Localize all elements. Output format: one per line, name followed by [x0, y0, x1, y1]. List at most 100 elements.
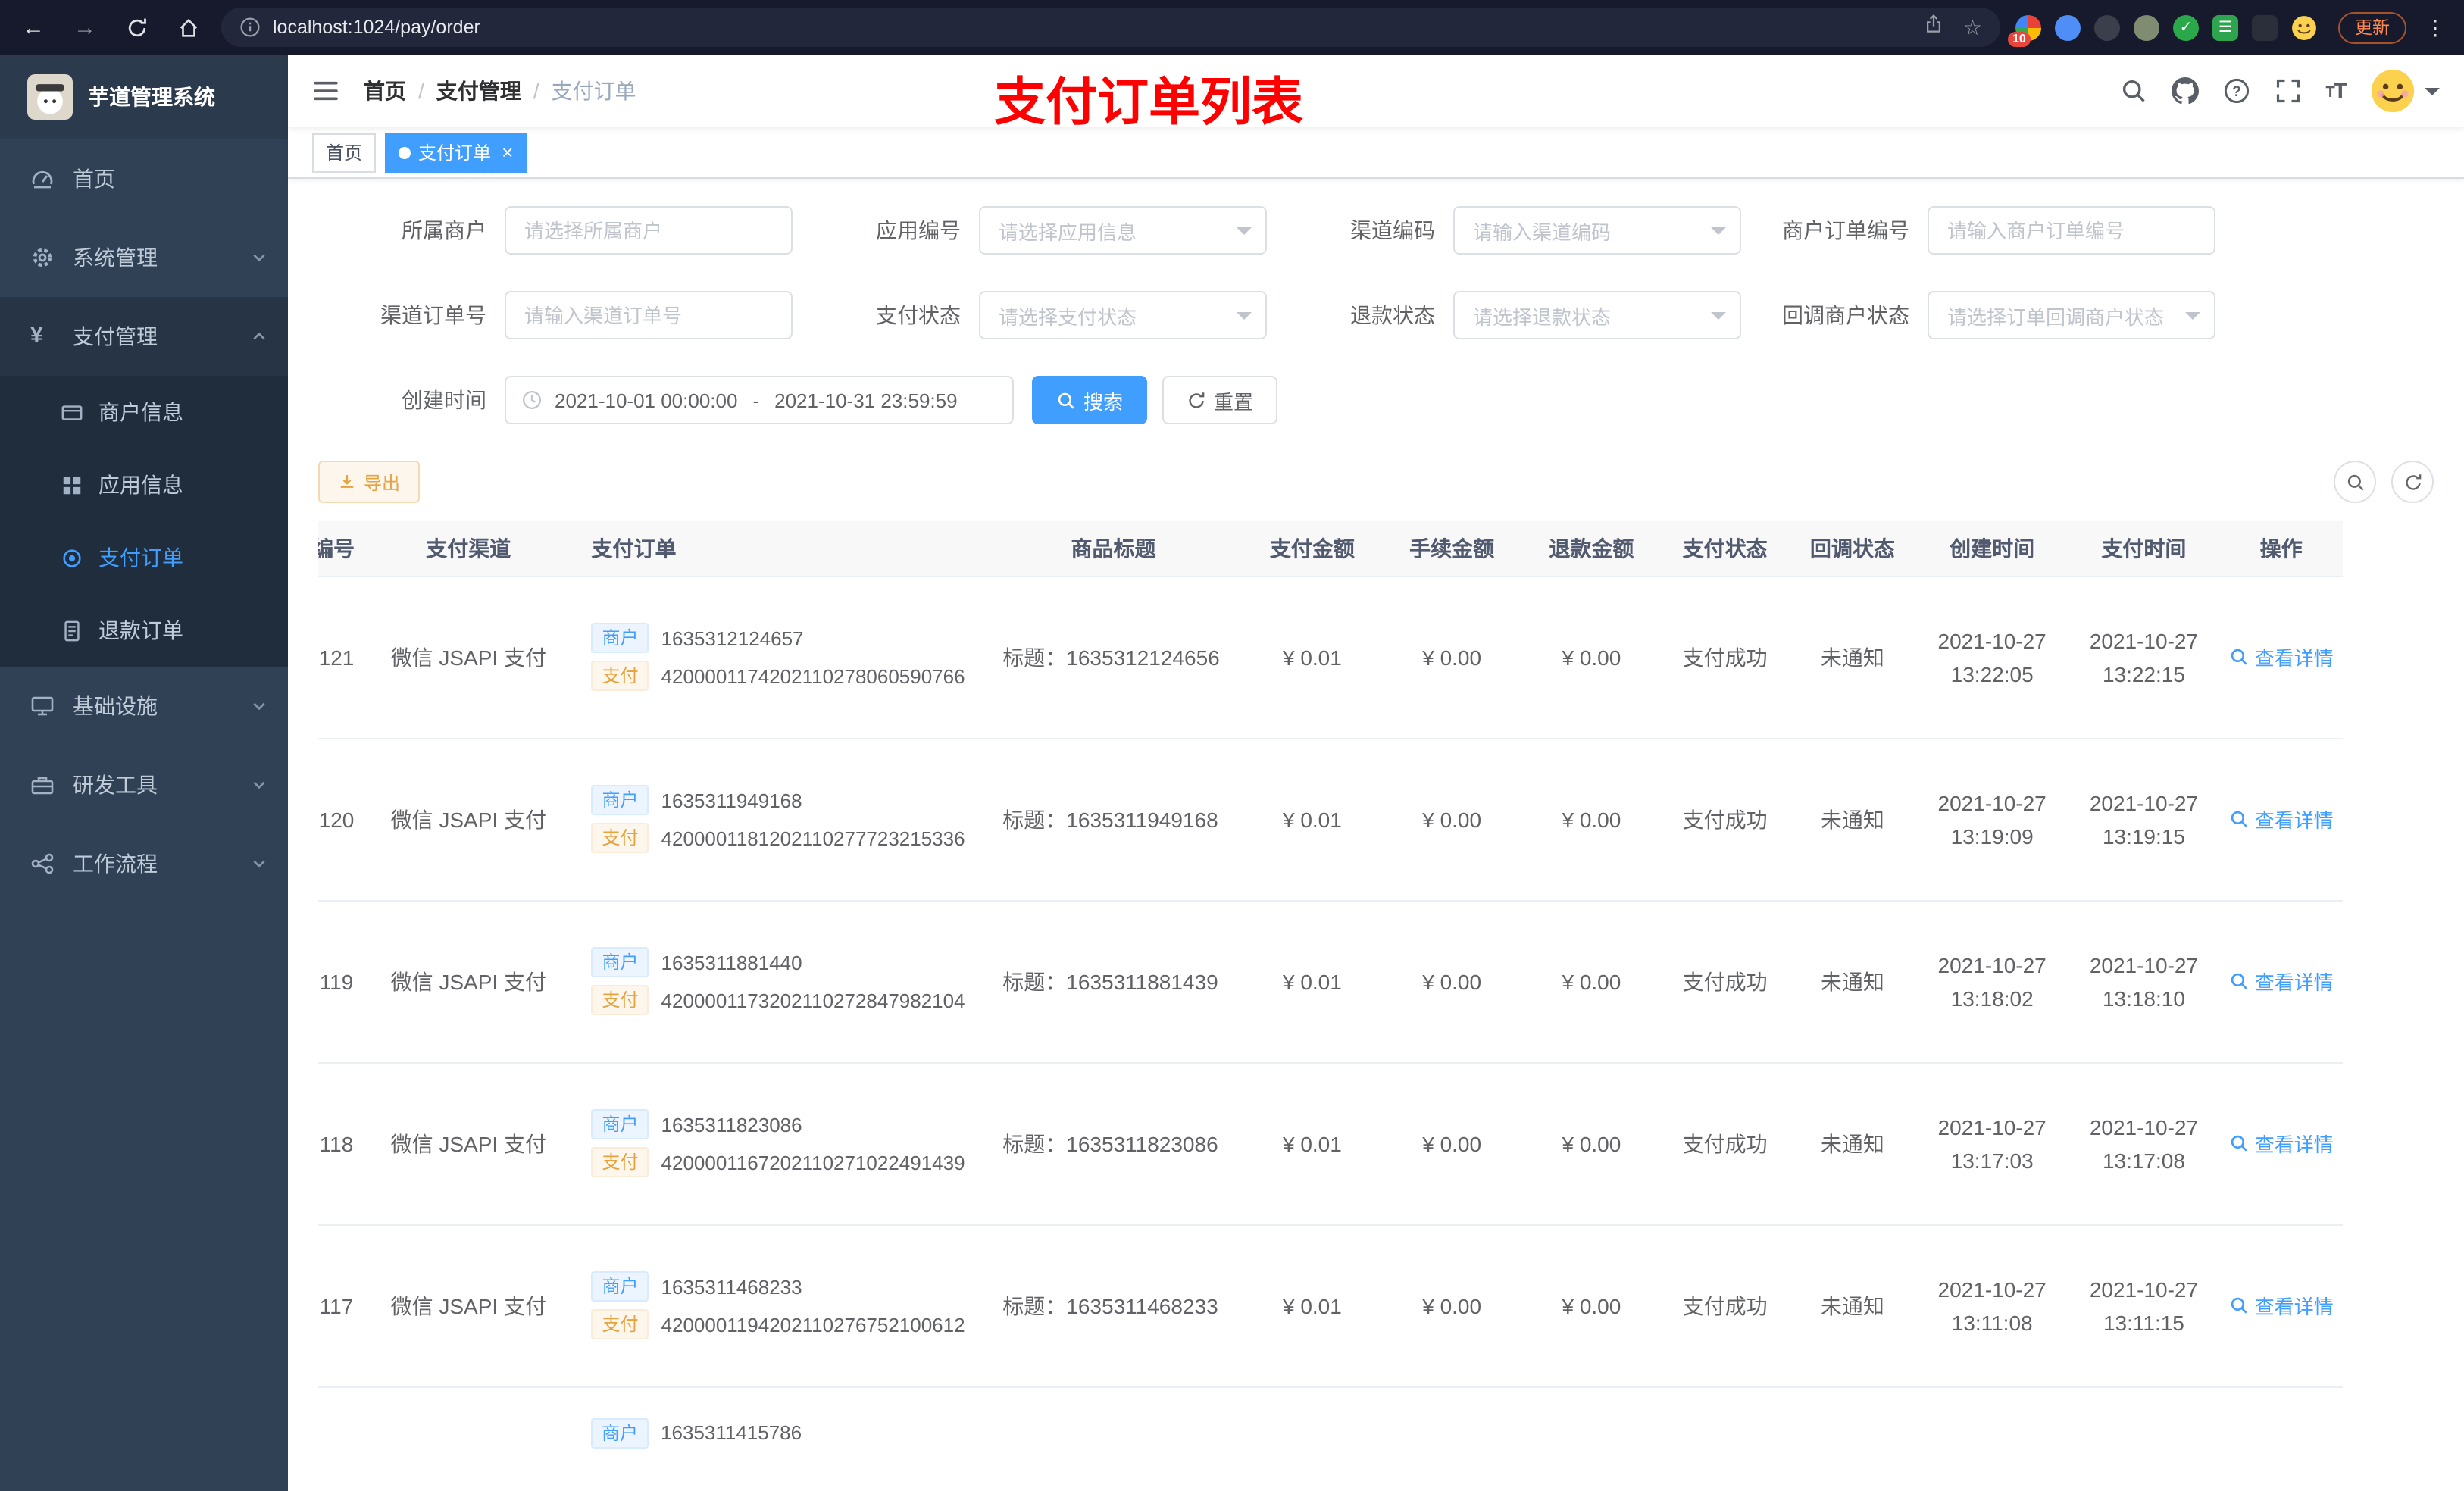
- label-refund-status: 退款状态: [1350, 303, 1435, 327]
- breadcrumb-home[interactable]: 首页: [364, 76, 406, 106]
- cell-pay-channel: 微信 JSAPI 支付: [355, 738, 583, 901]
- search-icon: [1058, 392, 1074, 408]
- circle-extension-icon[interactable]: [2134, 14, 2159, 40]
- view-detail-link[interactable]: 查看详情: [2229, 1291, 2334, 1320]
- view-detail-link[interactable]: 查看详情: [2229, 642, 2334, 671]
- user-avatar[interactable]: [2370, 68, 2440, 114]
- sidebar-item-devtools[interactable]: 研发工具: [0, 746, 288, 824]
- cell-create-time: 2021-10-27 13:19:09: [1916, 738, 2068, 901]
- label-channel-code: 渠道编码: [1350, 218, 1435, 242]
- check-extension-icon[interactable]: ✓: [2173, 14, 2199, 40]
- browser-reload-icon[interactable]: [118, 9, 155, 45]
- chat-extension-icon[interactable]: ☰: [2212, 14, 2238, 40]
- pin-extension-icon[interactable]: [2252, 14, 2278, 40]
- cell-pay-time: 2021-10-27 13:18:10: [2068, 900, 2220, 1063]
- cell-create-time: 2021-10-27 13:11:08: [1916, 1224, 2068, 1387]
- search-icon[interactable]: [2119, 77, 2147, 105]
- download-icon: [340, 475, 354, 488]
- column-header-notify-status: 回调状态: [1788, 521, 1917, 577]
- date-start-value: 2021-10-01 00:00:00: [555, 389, 738, 411]
- extensions-icon[interactable]: 10: [2008, 14, 2041, 46]
- fullscreen-icon[interactable]: [2274, 77, 2301, 105]
- url-text[interactable]: localhost:1024/pay/order: [273, 17, 1912, 38]
- bookmark-star-icon[interactable]: ☆: [1963, 17, 1982, 38]
- reset-button[interactable]: 重置: [1162, 376, 1278, 424]
- sidebar-fold-icon[interactable]: [312, 77, 339, 105]
- toggle-search-button[interactable]: [2334, 461, 2376, 503]
- table-header-row: 编号 支付渠道 支付订单 商品标题 支付金额 手续金额 退款金额 支付状态 回调…: [318, 521, 2343, 577]
- view-detail-icon: [2231, 649, 2247, 665]
- merchant-order-no-input[interactable]: [1928, 206, 2215, 255]
- avatar-caret-icon[interactable]: [2425, 87, 2440, 102]
- sidebar-item-pay-order[interactable]: 支付订单: [0, 521, 288, 594]
- browser-menu-icon[interactable]: ⋮: [2422, 14, 2449, 40]
- view-detail-link[interactable]: 查看详情: [2229, 805, 2334, 833]
- view-detail-icon: [2231, 1135, 2247, 1152]
- channel-order-no-input[interactable]: [505, 291, 793, 339]
- sidebar-item-payment[interactable]: ¥ 支付管理: [0, 297, 288, 376]
- emoji-extension-icon[interactable]: [2291, 14, 2317, 40]
- site-info-icon[interactable]: [239, 17, 261, 38]
- github-icon[interactable]: [2171, 77, 2199, 105]
- svg-text:?: ?: [2232, 84, 2241, 100]
- channel-code-select[interactable]: 请输入渠道编码: [1453, 206, 1741, 255]
- view-detail-icon: [2231, 1297, 2247, 1314]
- sidebar-item-workflow[interactable]: 工作流程: [0, 824, 288, 903]
- merchant-order-number: 1635311415786: [661, 1421, 802, 1444]
- address-bar[interactable]: localhost:1024/pay/order ☆: [221, 8, 2000, 47]
- cell-pay-order: 商户 1635312124657 支付 42000011742021102780…: [582, 576, 985, 739]
- column-header-pay-amount: 支付金额: [1242, 521, 1383, 577]
- cell-notify-status: 未通知: [1788, 738, 1917, 901]
- browser-forward-icon[interactable]: →: [67, 9, 103, 45]
- cell-pay-status: 支付成功: [1661, 1224, 1789, 1387]
- share-icon[interactable]: [1924, 13, 1945, 42]
- refund-status-select[interactable]: 请选择退款状态: [1453, 291, 1741, 339]
- sidebar-item-refund-order[interactable]: 退款订单: [0, 594, 288, 667]
- label-app-id: 应用编号: [876, 218, 961, 242]
- sidebar-item-system[interactable]: 系统管理: [0, 218, 288, 297]
- search-button[interactable]: 搜索: [1032, 376, 1148, 424]
- sidebar-item-home[interactable]: 首页: [0, 139, 288, 218]
- cell-refund-amount: ¥ 0.00: [1521, 738, 1662, 901]
- pay-status-select[interactable]: 请选择支付状态: [979, 291, 1267, 339]
- tab-pay-order[interactable]: 支付订单 ×: [385, 133, 527, 172]
- app-id-select[interactable]: 请选择应用信息: [979, 206, 1267, 255]
- cell-pay-time: 2021-10-27 13:22:15: [2068, 576, 2220, 739]
- cell-action: 查看详情: [2219, 738, 2343, 901]
- breadcrumb-payment[interactable]: 支付管理: [436, 76, 521, 106]
- browser-back-icon[interactable]: ←: [15, 9, 52, 45]
- browser-home-icon[interactable]: [170, 9, 206, 45]
- table-row: 117 微信 JSAPI 支付 商户 1635311468233 支付 4200…: [318, 1224, 2343, 1387]
- view-detail-link[interactable]: 查看详情: [2229, 1129, 2334, 1158]
- cell-create-time: 2021-10-27 13:17:03: [1916, 1062, 2068, 1225]
- create-time-range-picker[interactable]: 2021-10-01 00:00:00 - 2021-10-31 23:59:5…: [505, 376, 1014, 424]
- tab-close-icon[interactable]: ×: [502, 142, 513, 162]
- help-icon[interactable]: ?: [2222, 77, 2250, 105]
- browser-update-button[interactable]: 更新: [2338, 11, 2406, 43]
- sidebar-item-app-info[interactable]: 应用信息: [0, 449, 288, 521]
- font-size-icon[interactable]: TT: [2325, 78, 2347, 104]
- pay-transaction-number: 4200001174202110278060590766: [661, 664, 965, 687]
- refresh-table-button[interactable]: [2391, 461, 2434, 503]
- view-detail-link[interactable]: 查看详情: [2229, 967, 2334, 996]
- export-button[interactable]: 导出: [318, 461, 421, 503]
- table-row-partial: 商户 1635311415786: [591, 1387, 2434, 1448]
- cell-fee-amount: ¥ 0.00: [1382, 900, 1522, 1063]
- table-row: 120 微信 JSAPI 支付 商户 1635311949168 支付 4200…: [318, 738, 2343, 901]
- pay-transaction-number: 4200001194202110276752100612: [661, 1313, 965, 1336]
- app-logo-row[interactable]: 芋道管理系统: [0, 55, 288, 139]
- globe-extension-icon[interactable]: [2094, 14, 2120, 40]
- drop-extension-icon[interactable]: [2055, 14, 2081, 40]
- notify-status-select[interactable]: 请选择订单回调商户状态: [1928, 291, 2215, 339]
- sidebar-item-infra[interactable]: 基础设施: [0, 667, 288, 746]
- tab-home[interactable]: 首页: [312, 133, 377, 172]
- cell-pay-order: 商户 1635311468233 支付 42000011942021102767…: [582, 1224, 985, 1387]
- app-logo: [27, 74, 73, 120]
- breadcrumb-current: 支付订单: [551, 79, 636, 103]
- column-header-fee-amount: 手续金额: [1382, 521, 1522, 577]
- sidebar: 芋道管理系统 首页 系统管理 ¥ 支付管理 商户信息 应用信息 支付订单 退款订…: [0, 55, 288, 1491]
- chevron-up-icon: [252, 329, 267, 344]
- active-dot: [399, 146, 411, 158]
- sidebar-item-merchant-info[interactable]: 商户信息: [0, 376, 288, 449]
- merchant-input[interactable]: [505, 206, 793, 255]
